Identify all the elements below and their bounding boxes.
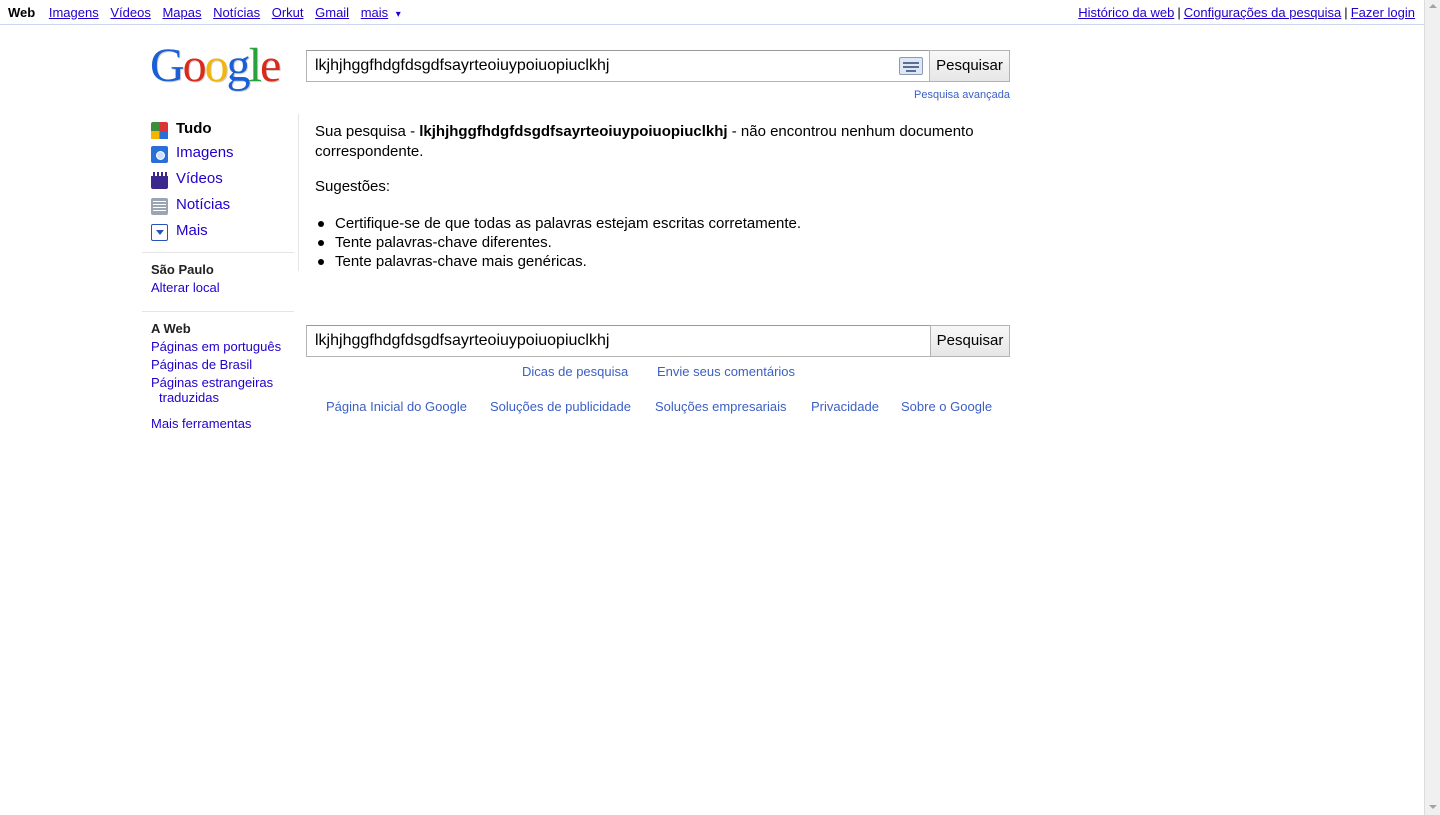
logo-letter: o xyxy=(182,39,207,92)
film-icon xyxy=(151,172,168,189)
top-nav-noticias[interactable]: Notícias xyxy=(213,5,260,20)
top-nav-web: Web xyxy=(8,5,36,20)
separator: | xyxy=(1177,5,1181,20)
suggestion-text: Tente palavras-chave mais genéricas. xyxy=(335,253,587,270)
scroll-up-icon[interactable] xyxy=(1429,4,1437,8)
bullet-icon xyxy=(318,259,324,265)
top-nav-gmail[interactable]: Gmail xyxy=(315,5,349,20)
location-title: São Paulo xyxy=(151,262,214,277)
advanced-search-link[interactable]: Pesquisa avançada xyxy=(914,89,1010,101)
suggestions-list: Certifique-se de que todas as palavras e… xyxy=(315,214,801,271)
top-nav-mapas[interactable]: Mapas xyxy=(162,5,201,20)
portuguese-pages-link[interactable]: Páginas em português xyxy=(151,339,281,354)
brazil-pages-link[interactable]: Páginas de Brasil xyxy=(151,357,252,372)
top-nav-videos[interactable]: Vídeos xyxy=(110,5,150,20)
sidebar-item-label: Imagens xyxy=(176,144,234,161)
foreign-pages-link[interactable]: Páginas estrangeiras xyxy=(151,375,273,390)
list-item: Tente palavras-chave diferentes. xyxy=(315,233,801,252)
sidebar-item-label: Vídeos xyxy=(176,170,223,187)
top-nav-imagens[interactable]: Imagens xyxy=(49,5,99,20)
suggestions-title: Sugestões: xyxy=(315,178,391,195)
sign-in-link[interactable]: Fazer login xyxy=(1351,5,1415,20)
sidebar-divider xyxy=(298,114,299,271)
message-query: lkjhjhggfhdgfdsgdfsayrteoiuypoiuopiuclkh… xyxy=(419,123,728,140)
no-results-message: Sua pesquisa - lkjhjhggfhdgfdsgdfsayrteo… xyxy=(315,122,1015,162)
web-history-link[interactable]: Histórico da web xyxy=(1078,5,1174,20)
foreign-pages-link-cont[interactable]: traduzidas xyxy=(159,390,219,405)
search-form: lkjhjhggfhdgfdsgdfsayrteoiuypoiuopiuclkh… xyxy=(306,50,1010,82)
search-settings-link[interactable]: Configurações da pesquisa xyxy=(1184,5,1342,20)
list-item: Tente palavras-chave mais genéricas. xyxy=(315,252,801,271)
suggestion-text: Tente palavras-chave diferentes. xyxy=(335,234,552,251)
sidebar-item-label: Mais xyxy=(176,222,208,239)
scroll-down-icon[interactable] xyxy=(1429,805,1437,809)
feedback-link[interactable]: Envie seus comentários xyxy=(657,364,795,379)
sidebar-item-label: Notícias xyxy=(176,196,231,213)
dropdown-icon xyxy=(151,224,168,241)
sidebar-separator xyxy=(142,252,294,253)
top-right-links: Histórico da web | Configurações da pesqui… xyxy=(1078,5,1415,20)
top-nav-orkut[interactable]: Orkut xyxy=(272,5,304,20)
web-section-title: A Web xyxy=(151,321,191,336)
search-query-text: lkjhjhggfhdgfdsgdfsayrteoiuypoiuopiuclkh… xyxy=(315,332,610,349)
top-nav-mais[interactable]: mais xyxy=(361,5,388,20)
suggestion-text: Certifique-se de que todas as palavras e… xyxy=(335,215,802,232)
sidebar-item-label: Tudo xyxy=(176,120,212,137)
left-sidebar: Tudo Imagens Vídeos Notícias Mais São Pa… xyxy=(142,114,298,444)
bullet-icon xyxy=(318,221,324,227)
google-home-link[interactable]: Página Inicial do Google xyxy=(326,399,467,414)
bottom-search-input[interactable]: lkjhjhggfhdgfdsgdfsayrteoiuypoiuopiuclkh… xyxy=(306,325,931,357)
list-item: Certifique-se de que todas as palavras e… xyxy=(315,214,801,233)
search-tips-link[interactable]: Dicas de pesquisa xyxy=(522,364,628,379)
news-icon xyxy=(151,198,168,215)
bottom-search-form: lkjhjhggfhdgfdsgdfsayrteoiuypoiuopiuclkh… xyxy=(306,325,1010,357)
more-tools-link[interactable]: Mais ferramentas xyxy=(151,416,251,431)
message-prefix: Sua pesquisa - xyxy=(315,123,420,140)
search-query-text: lkjhjhggfhdgfdsgdfsayrteoiuypoiuopiuclkh… xyxy=(315,57,610,74)
about-google-link[interactable]: Sobre o Google xyxy=(901,399,992,414)
top-nav: Web Imagens Vídeos Mapas Notícias Orkut … xyxy=(8,5,409,20)
privacy-link[interactable]: Privacidade xyxy=(811,399,879,414)
search-input[interactable]: lkjhjhggfhdgfdsgdfsayrteoiuypoiuopiuclkh… xyxy=(306,50,930,82)
logo-letter: o xyxy=(204,39,229,92)
advertising-link[interactable]: Soluções de publicidade xyxy=(490,399,631,414)
vertical-scrollbar[interactable] xyxy=(1424,0,1440,815)
search-button[interactable]: Pesquisar xyxy=(929,50,1010,82)
keyboard-icon[interactable] xyxy=(899,57,923,75)
logo-letter: g xyxy=(226,39,251,92)
separator: | xyxy=(1344,5,1348,20)
logo-letter: G xyxy=(150,39,185,92)
camera-icon xyxy=(151,146,168,163)
logo-letter: l xyxy=(248,39,262,92)
tudo-icon xyxy=(151,122,168,139)
change-location-link[interactable]: Alterar local xyxy=(151,280,220,295)
business-link[interactable]: Soluções empresariais xyxy=(655,399,787,414)
google-logo[interactable]: Google xyxy=(150,38,290,94)
sidebar-separator xyxy=(142,311,294,312)
bottom-search-button[interactable]: Pesquisar xyxy=(930,325,1010,357)
logo-letter: e xyxy=(260,39,281,92)
chevron-down-icon[interactable]: ▾ xyxy=(396,9,401,20)
bullet-icon xyxy=(318,240,324,246)
top-bar: Web Imagens Vídeos Mapas Notícias Orkut … xyxy=(0,0,1424,25)
